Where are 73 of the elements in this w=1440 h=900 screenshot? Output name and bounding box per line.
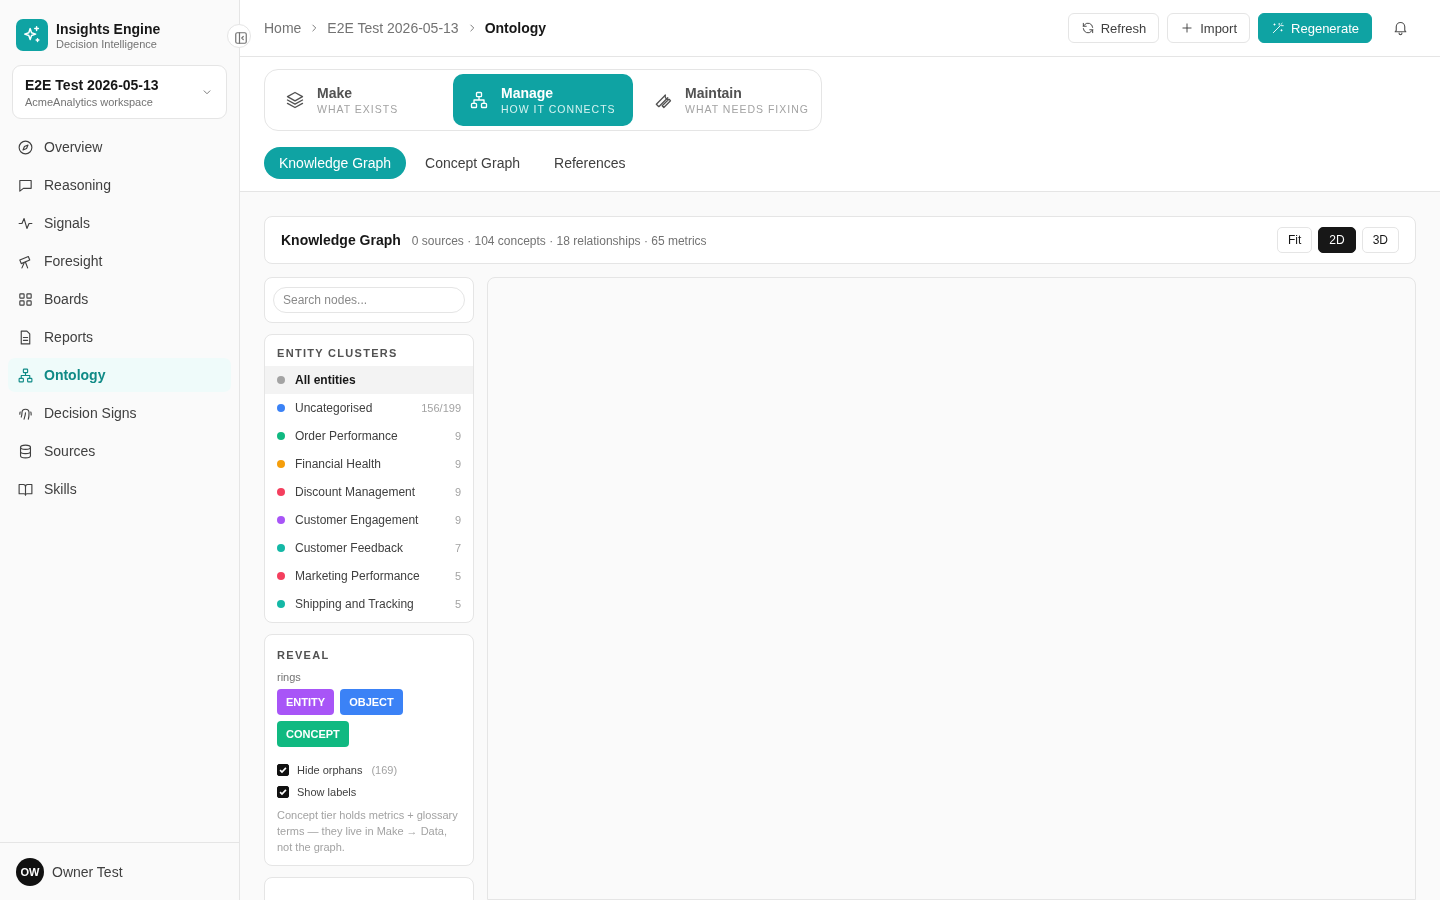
app-title: Insights Engine bbox=[56, 20, 161, 37]
cluster-item[interactable]: Marketing Performance 5 bbox=[265, 562, 473, 590]
cluster-item[interactable]: Uncategorised 156/199 bbox=[265, 394, 473, 422]
ring-toggle[interactable]: ENTITY bbox=[277, 689, 335, 715]
cluster-count: 9 bbox=[454, 486, 461, 498]
rings-caption: rings bbox=[277, 671, 302, 683]
refresh-button[interactable]: Refresh bbox=[1067, 13, 1160, 43]
breadcrumb-link[interactable]: Home bbox=[264, 20, 302, 36]
cluster-count: 5 bbox=[454, 570, 461, 582]
compass-icon bbox=[17, 138, 34, 156]
nav-item[interactable]: Reports bbox=[8, 320, 231, 354]
section-heading: ENTITY CLUSTERS bbox=[276, 347, 399, 361]
plus-icon bbox=[1180, 21, 1195, 35]
graph-title: Knowledge Graph bbox=[281, 232, 401, 248]
mode-tab[interactable]: Make WHAT EXISTS bbox=[269, 74, 449, 126]
breadcrumb-current: Ontology bbox=[484, 20, 547, 36]
orphan-count: (169) bbox=[371, 764, 398, 776]
bell-icon bbox=[1392, 19, 1409, 36]
breadcrumb-link[interactable]: E2E Test 2026-05-13 bbox=[327, 20, 459, 36]
nav-item[interactable]: Foresight bbox=[8, 244, 231, 278]
ring-toggle[interactable]: OBJECT bbox=[340, 689, 403, 715]
layers-icon bbox=[285, 90, 305, 110]
app-subtitle: Decision Intelligence bbox=[56, 37, 158, 50]
cluster-count: 9 bbox=[454, 430, 461, 442]
checkbox-label: Show labels bbox=[297, 786, 357, 798]
cluster-item[interactable]: Customer Feedback 7 bbox=[265, 534, 473, 562]
workspace-subtitle: AcmeAnalytics workspace bbox=[25, 95, 154, 108]
search-field[interactable]: Search nodes... bbox=[273, 287, 465, 313]
checkbox-label: Hide orphans bbox=[297, 764, 363, 776]
cluster-count: 9 bbox=[454, 458, 461, 470]
nav-item[interactable]: Skills bbox=[8, 472, 231, 506]
sparkle-logo-icon bbox=[16, 19, 48, 51]
cluster-count: 7 bbox=[454, 542, 461, 554]
view-mode-button[interactable]: 3D bbox=[1361, 227, 1399, 253]
view-tab[interactable]: References bbox=[539, 147, 641, 179]
magic-wand-icon bbox=[1271, 21, 1286, 35]
view-mode-button[interactable]: Fit bbox=[1276, 227, 1313, 253]
collapse-sidebar-button[interactable] bbox=[227, 24, 251, 48]
workspace-selector[interactable]: E2E Test 2026-05-13 AcmeAnalytics workspace bbox=[12, 65, 227, 119]
import-button[interactable]: Import bbox=[1167, 13, 1251, 43]
nav-item[interactable]: Sources bbox=[8, 434, 231, 468]
refresh-icon bbox=[1080, 21, 1095, 35]
cluster-item[interactable]: Shipping and Tracking 5 bbox=[265, 590, 473, 618]
hierarchy-icon bbox=[17, 366, 34, 384]
hierarchy-icon bbox=[469, 90, 489, 110]
sidebar-panel-icon bbox=[232, 29, 250, 47]
cluster-count: 156/199 bbox=[421, 402, 461, 414]
nav-item[interactable]: Decision Signs bbox=[8, 396, 231, 430]
cluster-count: 9 bbox=[454, 514, 461, 526]
mode-tab[interactable]: Maintain WHAT NEEDS FIXING bbox=[637, 74, 817, 126]
cluster-item[interactable]: Financial Health 9 bbox=[265, 450, 473, 478]
nav-item[interactable]: Signals bbox=[8, 206, 231, 240]
help-text: Concept tier holds metrics + glossary terms — they live in Make → Data, not the graph. bbox=[277, 808, 459, 855]
checkbox[interactable] bbox=[277, 786, 289, 798]
database-icon bbox=[17, 442, 34, 460]
cluster-item[interactable]: All entities bbox=[265, 366, 473, 394]
nav-item[interactable]: Overview bbox=[8, 130, 231, 164]
checkbox[interactable] bbox=[277, 764, 289, 776]
cluster-count: 5 bbox=[454, 598, 461, 610]
workspace-name: E2E Test 2026-05-13 bbox=[25, 76, 159, 93]
view-mode-button[interactable]: 2D bbox=[1318, 227, 1356, 253]
nav-item[interactable]: Reasoning bbox=[8, 168, 231, 202]
nav-item[interactable]: Ontology bbox=[8, 358, 231, 392]
user-name: Owner Test bbox=[52, 863, 123, 880]
nav-item[interactable]: Boards bbox=[8, 282, 231, 316]
user-avatar: OW bbox=[16, 857, 44, 886]
view-tab[interactable]: Concept Graph bbox=[410, 147, 536, 179]
cluster-item[interactable]: Discount Management 9 bbox=[265, 478, 473, 506]
cluster-item[interactable]: Customer Engagement 9 bbox=[265, 506, 473, 534]
graph-stats: 0 sources · 104 concepts · 18 relationships · 65 metrics bbox=[411, 234, 707, 248]
cluster-item[interactable]: Order Performance 9 bbox=[265, 422, 473, 450]
section-heading: REVEAL bbox=[277, 649, 331, 663]
grid-icon bbox=[17, 290, 34, 308]
